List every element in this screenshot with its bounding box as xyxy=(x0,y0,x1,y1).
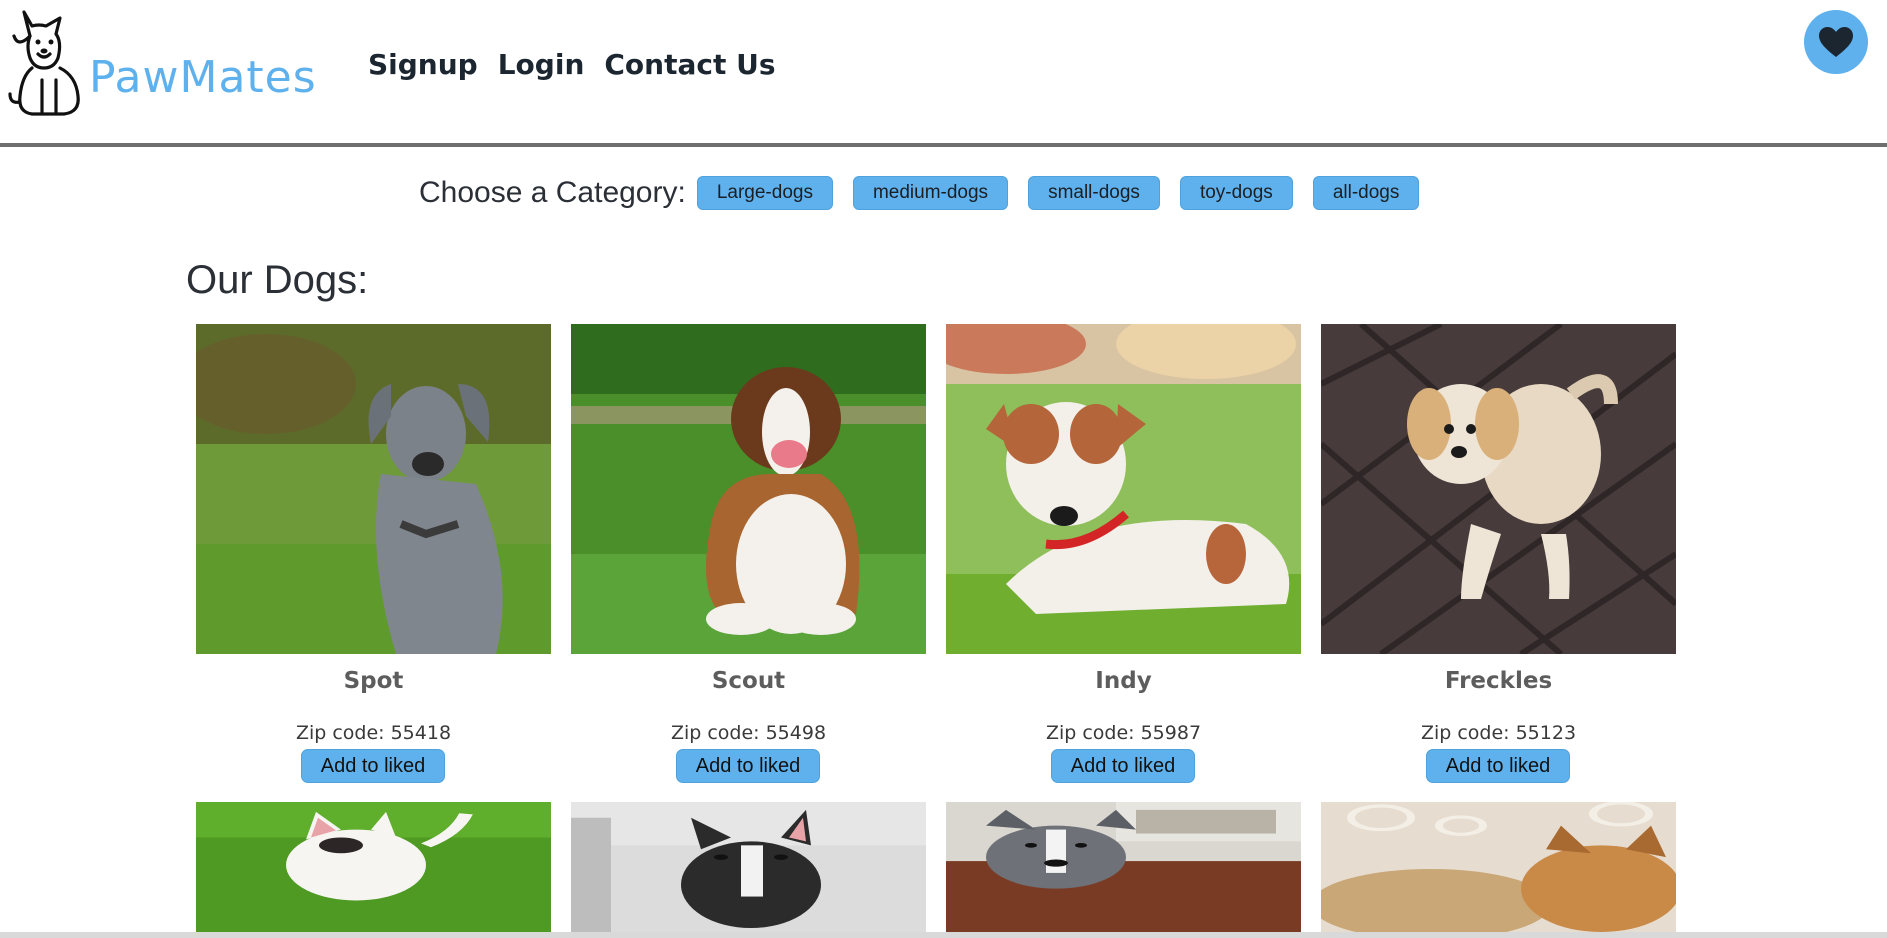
dog-name: Freckles xyxy=(1444,668,1553,694)
dog-photo[interactable] xyxy=(946,324,1301,654)
add-to-liked-button[interactable]: Add to liked xyxy=(676,749,820,783)
main-nav: Signup Login Contact Us xyxy=(368,48,776,81)
category-medium-dogs-button[interactable]: medium-dogs xyxy=(852,176,1009,210)
site-header: PawMates Signup Login Contact Us xyxy=(0,0,1887,144)
category-small-dogs-button[interactable]: small-dogs xyxy=(1028,176,1160,210)
add-to-liked-button[interactable]: Add to liked xyxy=(1051,749,1195,783)
brand-name[interactable]: PawMates xyxy=(89,52,317,103)
dog-card: Scout Zip code: 55498 Add to liked xyxy=(571,324,926,783)
dog-photo[interactable] xyxy=(196,324,551,654)
nav-contact-link[interactable]: Contact Us xyxy=(604,48,775,81)
dog-card xyxy=(946,802,1301,932)
dog-photo[interactable] xyxy=(946,802,1301,932)
dog-photo[interactable] xyxy=(571,324,926,654)
liked-dogs-button[interactable] xyxy=(1804,10,1868,74)
dog-card xyxy=(1321,802,1676,932)
dog-zip-code: Zip code: 55987 xyxy=(1045,722,1202,744)
dog-card: Spot Zip code: 55418 Add to liked xyxy=(196,324,551,783)
dog-card xyxy=(196,802,551,932)
dog-card: Indy Zip code: 55987 Add to liked xyxy=(946,324,1301,783)
category-toy-dogs-button[interactable]: toy-dogs xyxy=(1179,176,1293,210)
heart-icon xyxy=(1819,27,1853,57)
dog-photo[interactable] xyxy=(1321,802,1676,932)
dog-photo[interactable] xyxy=(571,802,926,932)
add-to-liked-button[interactable]: Add to liked xyxy=(301,749,445,783)
dog-photo[interactable] xyxy=(1321,324,1676,654)
category-large-dogs-button[interactable]: Large-dogs xyxy=(696,176,833,210)
dog-zip-code: Zip code: 55498 xyxy=(670,722,827,744)
header-divider xyxy=(0,143,1887,147)
category-all-dogs-button[interactable]: all-dogs xyxy=(1312,176,1420,210)
nav-signup-link[interactable]: Signup xyxy=(368,48,478,81)
dog-name: Spot xyxy=(343,668,404,694)
add-to-liked-button[interactable]: Add to liked xyxy=(1426,749,1570,783)
dogs-section-title: Our Dogs: xyxy=(186,258,369,302)
dog-name: Scout xyxy=(711,668,786,694)
dog-logo-icon xyxy=(8,10,80,116)
dog-name: Indy xyxy=(1095,668,1152,694)
dog-zip-code: Zip code: 55123 xyxy=(1420,722,1577,744)
dog-card: Freckles Zip code: 55123 Add to liked xyxy=(1321,324,1676,783)
dog-card xyxy=(571,802,926,932)
horizontal-scrollbar[interactable] xyxy=(0,932,1887,938)
logo[interactable] xyxy=(4,6,90,118)
dog-zip-code: Zip code: 55418 xyxy=(295,722,452,744)
category-selector: Choose a Category: Large-dogs medium-dog… xyxy=(419,176,1439,210)
nav-login-link[interactable]: Login xyxy=(498,48,585,81)
dog-photo[interactable] xyxy=(196,802,551,932)
category-label: Choose a Category: xyxy=(419,176,686,209)
